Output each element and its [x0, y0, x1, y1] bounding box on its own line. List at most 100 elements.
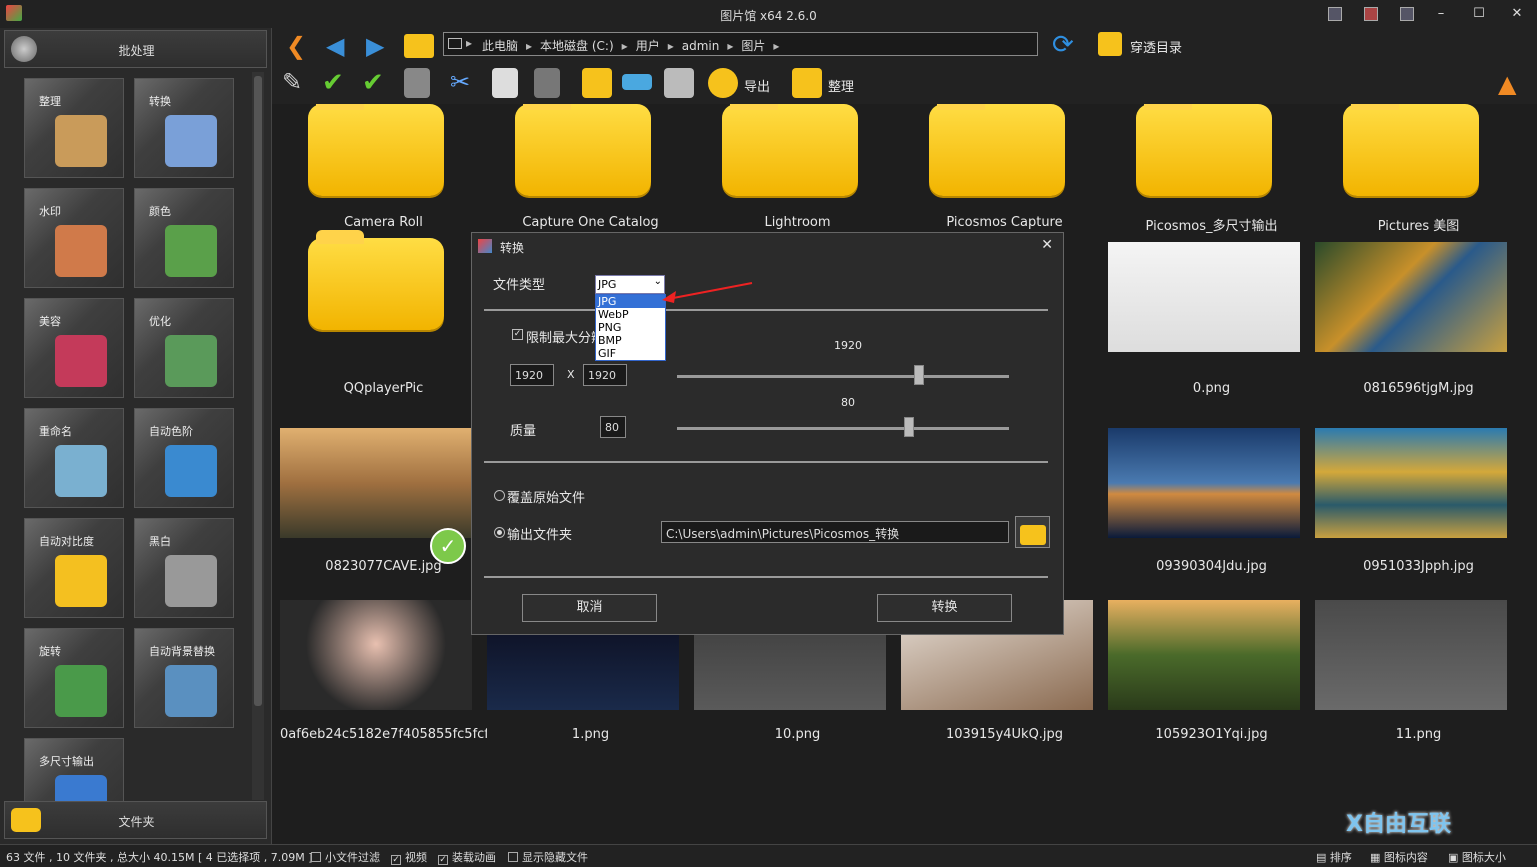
icon-size-button[interactable]: ▣ 图标大小	[1448, 849, 1506, 865]
rename-tool-icon[interactable]	[622, 74, 652, 90]
image-item[interactable]: 105923O1Yqi.jpg	[1108, 592, 1300, 760]
selected-check-icon[interactable]: ✓	[430, 528, 466, 564]
batch-button[interactable]: 批处理	[4, 30, 267, 68]
address-bar[interactable]: ▸ 此电脑 ▸ 本地磁盘 (C:) ▸ 用户 ▸ admin ▸ 图片 ▸	[443, 32, 1038, 56]
breadcrumb-separator-icon[interactable]: ▸	[727, 39, 733, 53]
breadcrumb-item[interactable]: 图片	[741, 39, 765, 53]
copy-icon[interactable]	[492, 68, 518, 98]
checkbox[interactable]	[311, 852, 321, 862]
thumbnail	[280, 592, 472, 724]
breadcrumb-separator-icon[interactable]: ▸	[773, 39, 779, 53]
quality-input[interactable]: 80	[600, 416, 626, 438]
output-path-input[interactable]: C:\Users\admin\Pictures\Picosmos_转换	[661, 521, 1009, 543]
refresh-icon[interactable]: ⟳	[1052, 30, 1074, 60]
left-scrollbar[interactable]	[252, 72, 264, 800]
export-label[interactable]: 导出	[744, 76, 770, 95]
width-input[interactable]: 1920	[510, 364, 554, 386]
batch-tile-2[interactable]: 转换	[134, 78, 234, 178]
quality-slider-thumb[interactable]	[904, 417, 915, 437]
view-color-icon[interactable]	[1364, 7, 1378, 21]
video-option[interactable]: ✓ 视频	[391, 849, 427, 865]
folder-up-icon[interactable]	[404, 34, 434, 58]
delete-icon[interactable]	[404, 68, 430, 98]
batch-tile-9[interactable]: 自动对比度	[24, 518, 124, 618]
batch-tile-12[interactable]: 自动背景替换	[134, 628, 234, 728]
maximize-icon[interactable]: ☐	[1466, 4, 1492, 24]
file-type-option[interactable]: BMP	[596, 334, 665, 347]
file-type-option[interactable]: JPG	[596, 295, 665, 308]
penetrate-folder-icon[interactable]	[1098, 32, 1122, 56]
folder-item[interactable]: QQplayerPic	[280, 230, 472, 402]
back-icon[interactable]: ◀	[326, 34, 344, 58]
folder-button[interactable]: 文件夹	[4, 801, 267, 839]
file-type-option[interactable]: PNG	[596, 321, 665, 334]
breadcrumb-separator-icon[interactable]: ▸	[668, 39, 674, 53]
quality-slider-track[interactable]	[677, 427, 1009, 430]
breadcrumb-item[interactable]: 本地磁盘 (C:)	[540, 39, 614, 53]
image-item[interactable]: 0af6eb24c5182e7f405855fc5fcf...	[280, 592, 487, 760]
view-monitor-icon[interactable]	[1400, 7, 1414, 21]
image-item[interactable]: 09390304Jdu.jpg	[1108, 420, 1300, 588]
dialog-close-icon[interactable]: ✕	[1041, 237, 1053, 253]
browse-button[interactable]	[1015, 516, 1050, 548]
checkbox[interactable]	[508, 852, 518, 862]
organize-tool-icon[interactable]	[792, 68, 822, 98]
batch-tile-6[interactable]: 优化	[134, 298, 234, 398]
checkbox[interactable]: ✓	[391, 855, 401, 865]
file-type-option[interactable]: GIF	[596, 347, 665, 360]
overwrite-radio[interactable]	[494, 490, 505, 501]
image-item[interactable]: 0816596tjgM.jpg	[1315, 234, 1507, 402]
file-type-select[interactable]: JPG ⌄	[595, 275, 665, 294]
batch-tile-3[interactable]: 水印	[24, 188, 124, 288]
view-list-icon[interactable]	[1328, 7, 1342, 21]
divider	[484, 309, 1048, 311]
breadcrumb-item[interactable]: 此电脑	[482, 39, 518, 53]
show-hidden-option[interactable]: 显示隐藏文件	[508, 849, 588, 865]
breadcrumb-item[interactable]: 用户	[636, 39, 660, 53]
size-slider-track[interactable]	[677, 375, 1009, 378]
export-icon[interactable]	[708, 68, 738, 98]
batch-tile-10[interactable]: 黑白	[134, 518, 234, 618]
paste-icon[interactable]	[534, 68, 560, 98]
convert-button[interactable]: 转换	[877, 594, 1012, 622]
breadcrumb-separator-icon[interactable]: ▸	[526, 39, 532, 53]
minimize-icon[interactable]: –	[1428, 4, 1454, 24]
checkbox[interactable]: ✓	[438, 855, 448, 865]
close-icon[interactable]: ✕	[1504, 4, 1530, 24]
cancel-button[interactable]: 取消	[522, 594, 657, 622]
breadcrumb-item[interactable]: admin	[682, 39, 720, 53]
collapse-up-icon[interactable]: ▲	[1498, 70, 1516, 98]
limit-checkbox[interactable]: ✓	[512, 329, 523, 340]
sort-button[interactable]: ▤ 排序	[1316, 849, 1352, 865]
cut-icon[interactable]: ✂	[450, 68, 480, 98]
batch-tile-11[interactable]: 旋转	[24, 628, 124, 728]
height-input[interactable]: 1920	[583, 364, 627, 386]
select-all-icon[interactable]: ✔	[322, 68, 352, 98]
new-folder-icon[interactable]	[582, 68, 612, 98]
batch-tile-8[interactable]: 自动色阶	[134, 408, 234, 508]
penetrate-label[interactable]: 穿透目录	[1130, 37, 1182, 56]
watermark-icon	[55, 225, 107, 277]
batch-tile-1[interactable]: 整理	[24, 78, 124, 178]
size-slider-thumb[interactable]	[914, 365, 925, 385]
batch-tile-5[interactable]: 美容	[24, 298, 124, 398]
load-animation-option[interactable]: ✓ 装载动画	[438, 849, 496, 865]
breadcrumb-separator-icon[interactable]: ▸	[622, 39, 628, 53]
file-type-option[interactable]: WebP	[596, 308, 665, 321]
output-folder-radio[interactable]	[494, 527, 505, 538]
forward-icon[interactable]: ▶	[366, 34, 384, 58]
image-item[interactable]: 11.png	[1315, 592, 1507, 760]
deselect-icon[interactable]: ✔	[362, 68, 392, 98]
back-orange-icon[interactable]: ❮	[286, 34, 306, 58]
batch-tile-4[interactable]: 颜色	[134, 188, 234, 288]
tools-icon[interactable]: ✎	[282, 68, 312, 98]
organize-label[interactable]: 整理	[828, 76, 854, 95]
small-file-filter-option[interactable]: 小文件过滤	[311, 849, 380, 865]
icon-content-button[interactable]: ▦ 图标内容	[1370, 849, 1428, 865]
left-scrollbar-thumb[interactable]	[254, 76, 262, 706]
image-item[interactable]: 0951033Jpph.jpg	[1315, 420, 1507, 588]
print-icon[interactable]	[664, 68, 694, 98]
folder-icon	[308, 230, 444, 330]
image-item[interactable]: 0.png	[1108, 234, 1300, 402]
batch-tile-7[interactable]: 重命名	[24, 408, 124, 508]
